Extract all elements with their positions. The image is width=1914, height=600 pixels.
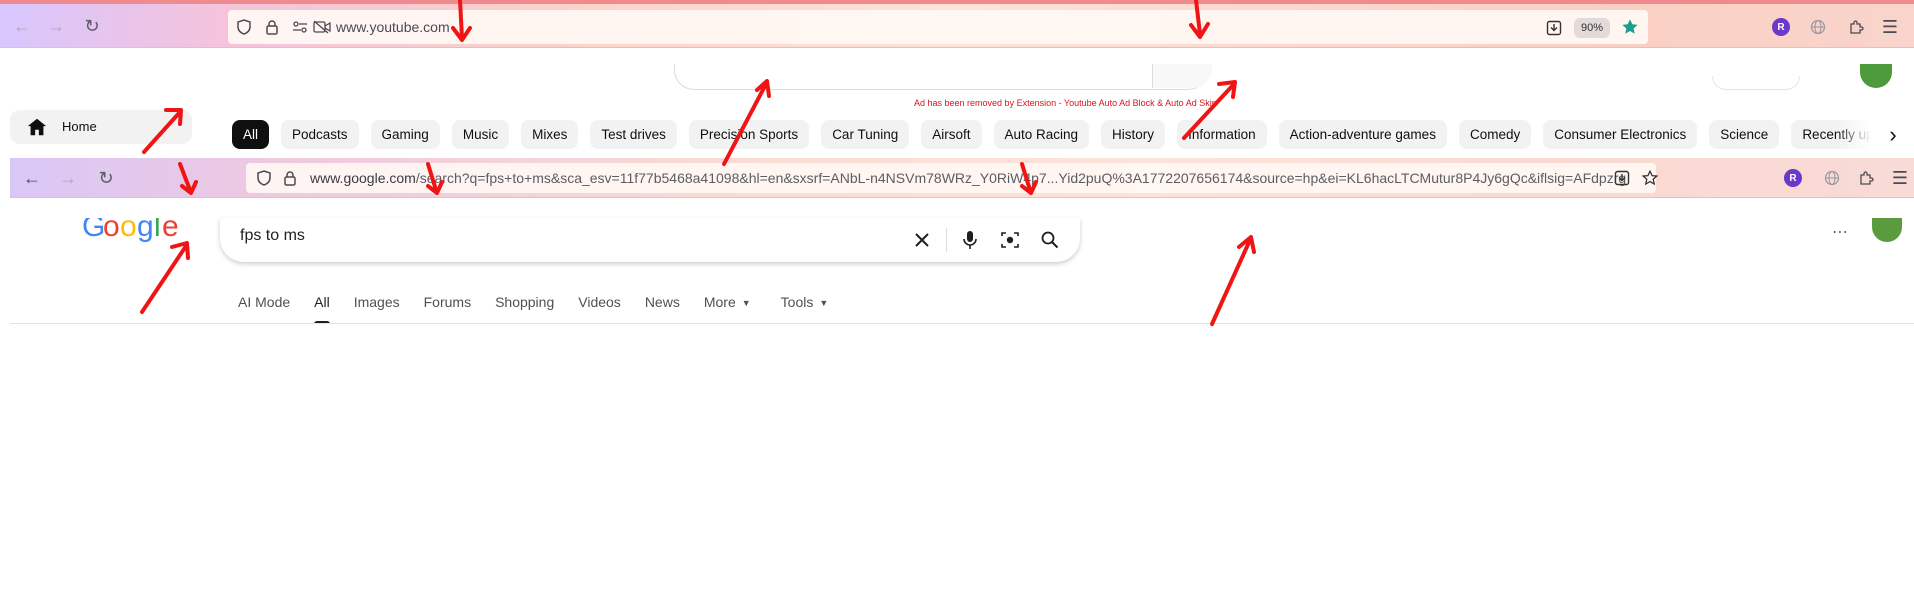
tab-news[interactable]: News: [645, 294, 680, 324]
sidebar-item-home[interactable]: Home: [10, 110, 192, 144]
microphone-icon[interactable]: [958, 228, 982, 252]
camera-lens-icon[interactable]: [998, 228, 1022, 252]
extensions-icon[interactable]: [1856, 168, 1876, 188]
globe-icon[interactable]: [1822, 168, 1842, 188]
downloads-icon[interactable]: [1544, 18, 1564, 38]
search-icon[interactable]: [1038, 228, 1062, 252]
google-logo[interactable]: Google: [82, 218, 178, 252]
chip[interactable]: History: [1101, 120, 1166, 149]
chip[interactable]: Action-adventure games: [1278, 120, 1447, 149]
permissions-icon[interactable]: [290, 17, 310, 37]
chip[interactable]: Science: [1709, 120, 1780, 149]
chip[interactable]: Test drives: [590, 120, 677, 149]
caret-down-icon: ▼: [819, 298, 829, 308]
address-bar[interactable]: www.youtube.com: [228, 10, 1648, 44]
ad-removed-notice: Ad has been removed by Extension - Youtu…: [914, 98, 1217, 108]
url-host: www.google.com: [310, 170, 416, 186]
tab-forums[interactable]: Forums: [424, 294, 471, 324]
youtube-account-avatar[interactable]: [1860, 64, 1892, 88]
profile-avatar[interactable]: R: [1772, 18, 1790, 36]
chip[interactable]: Car Tuning: [821, 120, 910, 149]
reload-icon[interactable]: ↻: [92, 164, 120, 192]
sidebar-item-label: Home: [62, 119, 97, 134]
tab-strip-edge: [0, 0, 1914, 4]
tab-label: More: [703, 294, 736, 310]
chip[interactable]: Gaming: [370, 120, 440, 149]
tab-label: AI Mode: [238, 294, 291, 310]
extensions-icon[interactable]: [1846, 17, 1866, 37]
menu-icon[interactable]: ☰: [1880, 17, 1900, 37]
profile-avatar[interactable]: R: [1784, 169, 1802, 187]
top-browser-toolbar: ← → ↻ www.youtube.com 90% R ☰: [0, 0, 1914, 48]
bookmark-star-icon[interactable]: [1640, 168, 1660, 188]
youtube-header-button[interactable]: [1712, 76, 1800, 90]
tab-label: Tools: [780, 294, 814, 310]
tabs-divider: [10, 323, 1914, 324]
camera-off-icon[interactable]: [312, 17, 332, 37]
chip[interactable]: Airsoft: [921, 120, 982, 149]
chip[interactable]: Information: [1177, 120, 1267, 149]
url-text[interactable]: www.google.com/search?q=fps+to+ms&sca_es…: [310, 170, 1626, 186]
back-icon[interactable]: ←: [8, 12, 36, 40]
google-account-avatar[interactable]: [1872, 218, 1902, 242]
menu-icon[interactable]: ☰: [1890, 168, 1910, 188]
search-query[interactable]: fps to ms: [240, 227, 305, 245]
tab-label: Videos: [578, 294, 621, 310]
caret-down-icon: ▼: [741, 298, 751, 308]
shield-icon[interactable]: [254, 168, 274, 188]
google-search-box[interactable]: fps to ms: [220, 218, 1080, 262]
tab-images[interactable]: Images: [354, 294, 400, 324]
lock-icon[interactable]: [262, 17, 282, 37]
lock-icon[interactable]: [280, 168, 300, 188]
tab-label: Forums: [423, 294, 472, 310]
zoom-indicator[interactable]: 90%: [1574, 18, 1610, 38]
more-options-icon[interactable]: ⋯: [1832, 222, 1849, 242]
youtube-search-button[interactable]: [1152, 64, 1212, 88]
chip[interactable]: Comedy: [1458, 120, 1532, 149]
tab-videos[interactable]: Videos: [578, 294, 621, 324]
bookmark-star-icon[interactable]: [1620, 17, 1640, 37]
tab-tools[interactable]: Tools ▼: [781, 294, 829, 324]
forward-icon[interactable]: →: [54, 164, 82, 192]
chip[interactable]: All: [232, 120, 270, 149]
arrow-up-icon: [140, 241, 190, 314]
search-tabs: AI Mode All Images Forums Shopping Video…: [238, 294, 852, 324]
shield-icon[interactable]: [234, 17, 254, 37]
back-icon[interactable]: ←: [18, 164, 46, 192]
tab-ai-mode[interactable]: AI Mode: [238, 294, 290, 324]
clear-icon[interactable]: [910, 228, 934, 252]
url-text[interactable]: www.youtube.com: [336, 19, 450, 35]
home-icon: [27, 118, 47, 136]
tab-label: Shopping: [495, 294, 555, 310]
tab-shopping[interactable]: Shopping: [495, 294, 554, 324]
tab-all[interactable]: All: [314, 294, 330, 324]
search-divider: [946, 228, 947, 252]
address-bar[interactable]: www.google.com/search?q=fps+to+ms&sca_es…: [246, 163, 1656, 193]
tab-label: News: [644, 294, 680, 310]
downloads-icon[interactable]: [1612, 168, 1632, 188]
chip[interactable]: Auto Racing: [993, 120, 1090, 149]
tab-label: All: [314, 294, 330, 310]
forward-icon[interactable]: →: [42, 12, 70, 40]
chevron-right-icon[interactable]: ›: [1880, 122, 1906, 148]
globe-icon[interactable]: [1808, 17, 1828, 37]
chip[interactable]: Consumer Electronics: [1543, 120, 1698, 149]
url-path: /search?q=fps+to+ms&sca_esv=11f77b5468a4…: [415, 170, 1627, 186]
chip[interactable]: Podcasts: [281, 120, 359, 149]
tab-label: Images: [353, 294, 400, 310]
youtube-search-box[interactable]: [674, 64, 1208, 90]
chip[interactable]: Mixes: [521, 120, 579, 149]
second-browser-toolbar: ← → ↻ www.google.com/search?q=fps+to+ms&…: [10, 158, 1914, 198]
tab-more[interactable]: More ▼: [704, 294, 751, 324]
arrow-up-icon: [1210, 235, 1256, 326]
chip[interactable]: Precision Sports: [688, 120, 810, 149]
chip[interactable]: Music: [451, 120, 510, 149]
reload-icon[interactable]: ↻: [78, 12, 106, 40]
category-chips: All Podcasts Gaming Music Mixes Test dri…: [232, 120, 1914, 150]
